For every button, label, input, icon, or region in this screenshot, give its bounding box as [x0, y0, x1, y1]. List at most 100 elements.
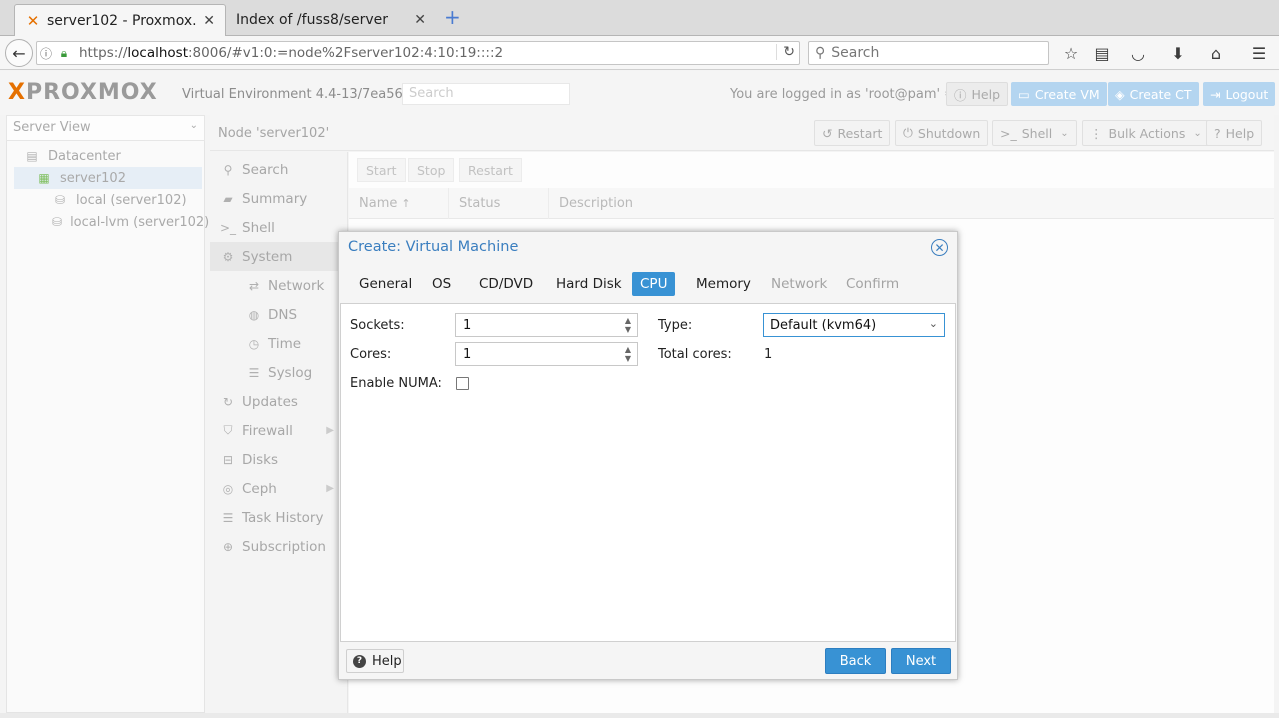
tab-hard-disk[interactable]: Hard Disk	[548, 272, 630, 296]
tab-os[interactable]: OS	[424, 272, 459, 296]
lock-icon: 🔒︎	[60, 45, 68, 60]
info-icon[interactable]: ⓘ	[37, 45, 55, 62]
server-rack-icon: ▤	[26, 149, 38, 163]
reload-icon[interactable]: ↻	[776, 44, 795, 60]
header-help-button[interactable]: ⓘ Help	[946, 82, 1009, 106]
tab-general[interactable]: General	[351, 272, 420, 296]
logo-text: PROXMOX	[25, 80, 158, 105]
create-vm-button[interactable]: ▭ Create VM	[1011, 82, 1107, 106]
chevron-right-icon: ▶	[326, 425, 334, 436]
sockets-spinner[interactable]: 1 ▲ ▼	[455, 313, 638, 337]
type-label: Type:	[658, 318, 693, 333]
power-icon: ⏻	[903, 125, 913, 140]
chevron-down-icon: ⌄	[1060, 127, 1069, 139]
column-name-label: Name	[359, 196, 398, 211]
menu-item-syslog[interactable]: ☰ Syslog	[210, 358, 348, 387]
sign-out-icon: ⇥	[1210, 86, 1221, 102]
enable-numa-checkbox[interactable]	[456, 377, 469, 390]
tree-item-label: local-lvm (server102)	[70, 214, 210, 230]
tab-cpu[interactable]: CPU	[632, 272, 676, 296]
column-status[interactable]: Status	[449, 188, 549, 219]
exchange-icon: ⇄	[248, 278, 260, 293]
tab-memory[interactable]: Memory	[688, 272, 759, 296]
node-shutdown-button[interactable]: ⏻ Shutdown	[895, 120, 989, 146]
bulk-actions-label: Bulk Actions	[1108, 125, 1186, 141]
server-online-icon: ▦	[38, 171, 50, 185]
download-icon[interactable]: ⬇	[1168, 44, 1188, 63]
menu-label: Network	[268, 277, 325, 294]
menu-item-disks[interactable]: ⊟ Disks	[210, 445, 348, 474]
terminal-icon: >_	[1000, 125, 1017, 141]
browser-tab-index[interactable]: Index of /fuss8/server ✕	[226, 4, 436, 36]
spinner-arrows-icon[interactable]: ▲ ▼	[625, 316, 631, 334]
total-cores-label: Total cores:	[658, 347, 732, 362]
menu-item-firewall[interactable]: ⛉ Firewall ▶	[210, 416, 348, 445]
node-restart-button[interactable]: ↺ Restart	[814, 120, 891, 146]
home-icon[interactable]: ⌂	[1206, 44, 1226, 63]
close-tab-icon[interactable]: ✕	[203, 13, 215, 29]
header-search-input[interactable]: Search	[402, 83, 570, 105]
menu-item-summary[interactable]: ▰ Summary	[210, 184, 348, 213]
new-tab-icon[interactable]: +	[444, 7, 461, 27]
menu-label: System	[242, 248, 293, 265]
menu-item-task-history[interactable]: ☰ Task History	[210, 503, 348, 532]
menu-item-subscription[interactable]: ⊕ Subscription	[210, 532, 348, 561]
back-button[interactable]: Back	[825, 648, 886, 674]
node-help-button[interactable]: ? Help	[1206, 120, 1263, 146]
next-button[interactable]: Next	[891, 648, 951, 674]
view-label: Server View	[13, 120, 91, 135]
cpu-type-select[interactable]: Default (kvm64) ⌄	[763, 313, 945, 337]
menu-icon[interactable]: ☰	[1249, 44, 1269, 63]
menu-item-search[interactable]: ⚲ Search	[210, 155, 348, 184]
tree-item-local-lvm[interactable]: ⛁ local-lvm (server102)	[14, 211, 209, 233]
tree-item-server102[interactable]: ▦ server102	[14, 167, 202, 189]
close-icon[interactable]: ✕	[931, 239, 948, 256]
column-description[interactable]: Description	[549, 188, 1274, 219]
menu-item-updates[interactable]: ↻ Updates	[210, 387, 348, 416]
node-shell-button[interactable]: >_ Shell ⌄	[992, 120, 1077, 146]
pocket-icon[interactable]: ◡	[1128, 44, 1148, 63]
menu-label: Time	[268, 335, 302, 352]
cores-spinner[interactable]: 1 ▲ ▼	[455, 342, 638, 366]
logout-button[interactable]: ⇥ Logout	[1203, 82, 1276, 106]
chevron-down-icon: ⌄	[928, 317, 938, 330]
cores-label: Cores:	[350, 347, 392, 362]
tree-item-local[interactable]: ⛁ local (server102)	[14, 189, 202, 211]
list-icon: ☰	[222, 510, 234, 525]
menu-item-time[interactable]: ◷ Time	[210, 329, 348, 358]
browser-tab-proxmox[interactable]: ✕ server102 - Proxmox... ✕	[14, 4, 226, 36]
menu-item-shell[interactable]: >_ Shell	[210, 213, 348, 242]
create-ct-label: Create CT	[1129, 86, 1192, 102]
tab-cd-dvd[interactable]: CD/DVD	[471, 272, 541, 296]
bookmark-star-icon[interactable]: ☆	[1061, 44, 1081, 63]
menu-item-network[interactable]: ⇄ Network	[210, 271, 348, 300]
search-icon: ⚲	[815, 45, 826, 61]
menu-label: Shell	[242, 219, 275, 236]
browser-search-input[interactable]: ⚲ Search	[808, 41, 1049, 65]
close-tab-icon[interactable]: ✕	[414, 12, 426, 28]
service-stop-button[interactable]: Stop	[408, 158, 455, 182]
tab-title: Index of /fuss8/server	[236, 12, 388, 28]
reading-list-icon[interactable]: ▤	[1092, 44, 1112, 63]
service-start-button[interactable]: Start	[357, 158, 406, 182]
create-ct-button[interactable]: ◈ Create CT	[1108, 82, 1199, 106]
tree-item-datacenter[interactable]: ▤ Datacenter	[14, 145, 202, 167]
shutdown-label: Shutdown	[917, 125, 981, 141]
tab-confirm: Confirm	[846, 276, 900, 292]
url-bar[interactable]: ⓘ 🔒︎ https://localhost:8006/#v1:0:=node%…	[36, 41, 800, 65]
view-selector[interactable]: Server View ⌄	[6, 115, 205, 141]
column-name[interactable]: Name ↑	[349, 188, 449, 219]
menu-item-ceph[interactable]: ◎ Ceph ▶	[210, 474, 348, 503]
menu-item-system[interactable]: ⚙ System	[210, 242, 348, 271]
bulk-actions-button[interactable]: ⋮ Bulk Actions ⌄	[1082, 120, 1210, 146]
menu-item-dns[interactable]: ◍ DNS	[210, 300, 348, 329]
book-icon: ▰	[223, 191, 233, 206]
back-button[interactable]: ←	[5, 39, 33, 67]
question-circle-icon: ?	[353, 654, 366, 668]
menu-label: Syslog	[268, 364, 313, 381]
sockets-value: 1	[463, 317, 472, 333]
service-restart-button[interactable]: Restart	[459, 158, 522, 182]
dialog-help-button[interactable]: ? Help	[346, 649, 404, 673]
cube-icon: ◈	[1115, 86, 1125, 102]
spinner-arrows-icon[interactable]: ▲ ▼	[625, 345, 631, 363]
